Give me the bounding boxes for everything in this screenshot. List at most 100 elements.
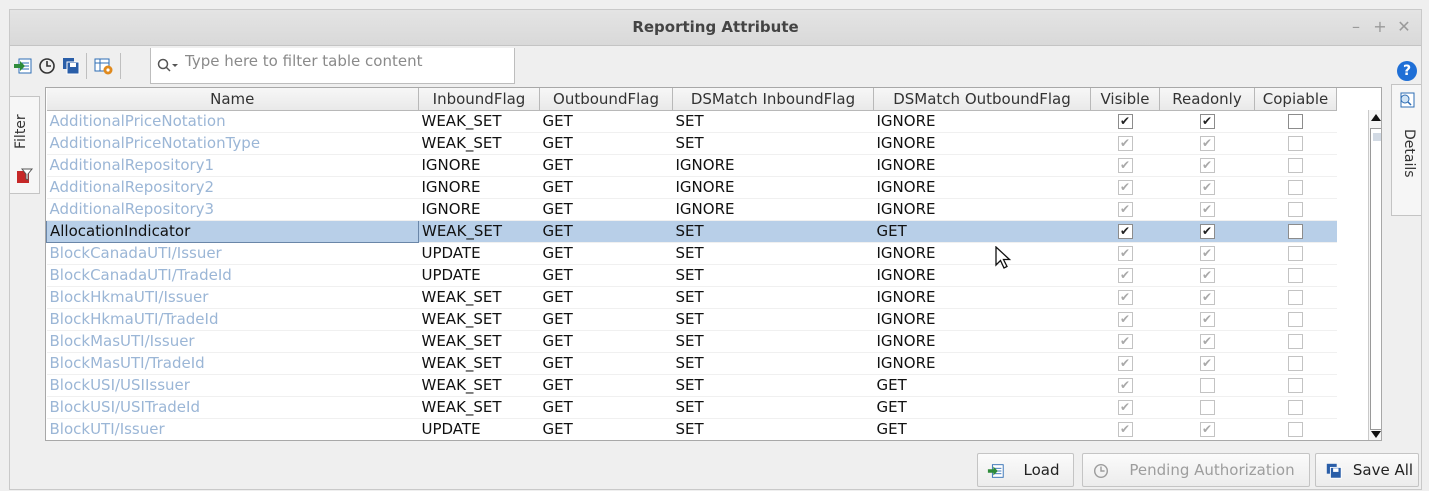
readonly-checkbox[interactable]: ✔ (1199, 114, 1215, 129)
copiable-checkbox[interactable] (1288, 180, 1303, 195)
table-row[interactable]: AdditionalRepository3 IGNORE GET IGNORE IGNO… (46, 198, 1337, 221)
readonly-checkbox[interactable]: ✔ (1199, 422, 1215, 437)
inbound-flag-cell[interactable]: IGNORE (418, 154, 540, 177)
table-row[interactable]: BlockCanadaUTI/Issuer UPDATE GET SET IGNORE ✔… (46, 242, 1337, 265)
readonly-checkbox[interactable]: ✔ (1199, 224, 1215, 239)
dsmatch-outbound-cell[interactable]: IGNORE (873, 264, 1091, 287)
inbound-flag-cell[interactable]: WEAK_SET (418, 132, 540, 155)
dsmatch-outbound-cell[interactable]: GET (873, 418, 1091, 440)
readonly-checkbox[interactable]: ✔ (1199, 180, 1215, 195)
outbound-flag-cell[interactable]: GET (539, 264, 673, 287)
table-row[interactable]: AdditionalPriceNotation WEAK_SET GET SET IGN… (46, 110, 1337, 133)
inbound-flag-cell[interactable]: WEAK_SET (418, 352, 540, 375)
readonly-checkbox[interactable]: ✔ (1199, 356, 1215, 371)
outbound-flag-cell[interactable]: GET (539, 154, 673, 177)
copiable-checkbox[interactable] (1288, 268, 1303, 283)
dsmatch-inbound-cell[interactable]: SET (672, 330, 874, 353)
name-cell[interactable]: AllocationIndicator (46, 219, 419, 243)
readonly-checkbox[interactable]: ✔ (1199, 312, 1215, 327)
dsmatch-outbound-cell[interactable]: GET (873, 220, 1091, 243)
readonly-checkbox[interactable]: ✔ (1199, 136, 1215, 151)
inbound-flag-cell[interactable]: IGNORE (418, 198, 540, 221)
visible-checkbox[interactable]: ✔ (1117, 158, 1133, 173)
copiable-checkbox[interactable] (1288, 114, 1303, 129)
readonly-checkbox[interactable]: ✔ (1199, 268, 1215, 283)
outbound-flag-cell[interactable]: GET (539, 242, 673, 265)
inbound-flag-cell[interactable]: WEAK_SET (418, 374, 540, 397)
dsmatch-inbound-cell[interactable]: SET (672, 352, 874, 375)
dsmatch-outbound-cell[interactable]: GET (873, 396, 1091, 419)
copiable-checkbox[interactable] (1288, 400, 1303, 415)
readonly-checkbox[interactable]: ✔ (1199, 158, 1215, 173)
visible-checkbox[interactable]: ✔ (1117, 312, 1133, 327)
table-row[interactable]: BlockMasUTI/TradeId WEAK_SET GET SET IGNORE ✔… (46, 352, 1337, 375)
outbound-flag-cell[interactable]: GET (539, 396, 673, 419)
dsmatch-inbound-cell[interactable]: IGNORE (672, 198, 874, 221)
dsmatch-outbound-cell[interactable]: IGNORE (873, 198, 1091, 221)
copiable-checkbox[interactable] (1288, 422, 1303, 437)
dsmatch-inbound-cell[interactable]: SET (672, 286, 874, 309)
dsmatch-outbound-cell[interactable]: IGNORE (873, 132, 1091, 155)
pending-authorization-button[interactable]: Pending Authorization (1082, 453, 1310, 487)
name-cell[interactable]: AdditionalPriceNotation (46, 110, 419, 133)
readonly-checkbox[interactable] (1199, 400, 1215, 415)
copiable-checkbox[interactable] (1288, 202, 1303, 217)
outbound-flag-cell[interactable]: GET (539, 308, 673, 331)
name-cell[interactable]: AdditionalRepository2 (46, 176, 419, 199)
inbound-flag-cell[interactable]: WEAK_SET (418, 396, 540, 419)
filter-search-box[interactable] (150, 48, 515, 84)
dsmatch-inbound-cell[interactable]: SET (672, 374, 874, 397)
visible-checkbox[interactable]: ✔ (1117, 422, 1133, 437)
copiable-checkbox[interactable] (1288, 356, 1303, 371)
name-cell[interactable]: AdditionalPriceNotationType (46, 132, 419, 155)
inbound-flag-cell[interactable]: WEAK_SET (418, 308, 540, 331)
name-cell[interactable]: BlockCanadaUTI/TradeId (46, 264, 419, 287)
outbound-flag-cell[interactable]: GET (539, 418, 673, 440)
close-button[interactable]: ✕ (1393, 16, 1415, 38)
copiable-checkbox[interactable] (1288, 290, 1303, 305)
history-clock-icon[interactable] (37, 56, 57, 76)
dsmatch-inbound-cell[interactable]: SET (672, 220, 874, 243)
dsmatch-inbound-cell[interactable]: SET (672, 418, 874, 440)
outbound-flag-cell[interactable]: GET (539, 220, 673, 243)
copiable-checkbox[interactable] (1288, 312, 1303, 327)
dsmatch-outbound-cell[interactable]: IGNORE (873, 352, 1091, 375)
filter-input[interactable] (185, 52, 505, 70)
readonly-checkbox[interactable]: ✔ (1199, 246, 1215, 261)
scroll-down-arrow-icon[interactable] (1371, 431, 1381, 438)
readonly-checkbox[interactable]: ✔ (1199, 290, 1215, 305)
copiable-checkbox[interactable] (1288, 158, 1303, 173)
visible-checkbox[interactable]: ✔ (1117, 114, 1133, 129)
dsmatch-inbound-cell[interactable]: SET (672, 242, 874, 265)
visible-checkbox[interactable]: ✔ (1117, 400, 1133, 415)
load-button[interactable]: Load (977, 453, 1074, 487)
inbound-flag-cell[interactable]: UPDATE (418, 418, 540, 440)
inbound-flag-cell[interactable]: WEAK_SET (418, 330, 540, 353)
visible-checkbox[interactable]: ✔ (1117, 180, 1133, 195)
dsmatch-inbound-cell[interactable]: SET (672, 308, 874, 331)
dsmatch-outbound-cell[interactable]: IGNORE (873, 154, 1091, 177)
dsmatch-outbound-cell[interactable]: IGNORE (873, 286, 1091, 309)
name-cell[interactable]: AdditionalRepository1 (46, 154, 419, 177)
scrollbar-thumb[interactable] (1370, 128, 1381, 430)
inbound-flag-cell[interactable]: WEAK_SET (418, 220, 540, 243)
scroll-up-arrow-icon[interactable] (1371, 114, 1381, 121)
table-row[interactable]: BlockCanadaUTI/TradeId UPDATE GET SET IGNORE… (46, 264, 1337, 287)
visible-checkbox[interactable]: ✔ (1117, 334, 1133, 349)
outbound-flag-cell[interactable]: GET (539, 132, 673, 155)
visible-checkbox[interactable]: ✔ (1117, 290, 1133, 305)
name-cell[interactable]: BlockCanadaUTI/Issuer (46, 242, 419, 265)
inbound-flag-cell[interactable]: WEAK_SET (418, 286, 540, 309)
outbound-flag-cell[interactable]: GET (539, 352, 673, 375)
outbound-flag-cell[interactable]: GET (539, 110, 673, 133)
dsmatch-outbound-cell[interactable]: GET (873, 374, 1091, 397)
inbound-flag-cell[interactable]: UPDATE (418, 264, 540, 287)
inbound-flag-cell[interactable]: WEAK_SET (418, 110, 540, 133)
column-header[interactable]: OutboundFlag (539, 88, 673, 111)
vertical-scrollbar[interactable] (1368, 110, 1381, 440)
outbound-flag-cell[interactable]: GET (539, 374, 673, 397)
name-cell[interactable]: BlockUSI/USIIssuer (46, 374, 419, 397)
table-row[interactable]: BlockHkmaUTI/TradeId WEAK_SET GET SET IGNORE… (46, 308, 1337, 331)
visible-checkbox[interactable]: ✔ (1117, 202, 1133, 217)
table-row[interactable]: BlockUTI/Issuer UPDATE GET SET GET ✔ ✔ (46, 418, 1337, 440)
